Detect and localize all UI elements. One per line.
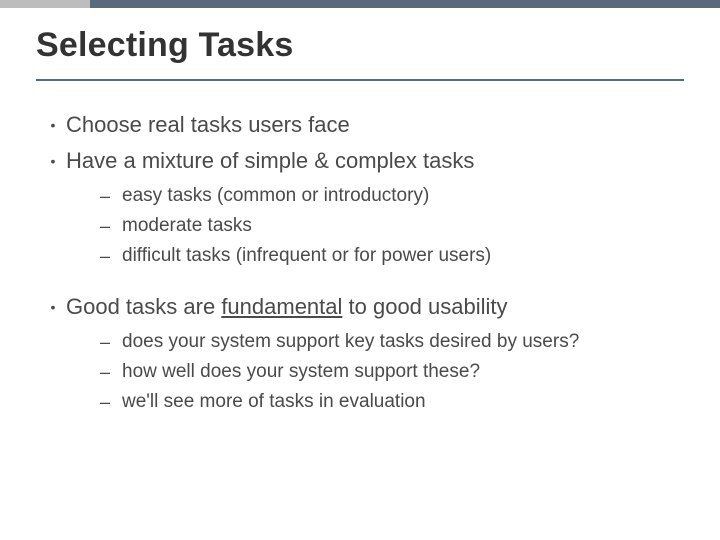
sub-list: – easy tasks (common or introductory) – … (100, 183, 680, 269)
slide: Selecting Tasks • Choose real tasks user… (0, 8, 720, 415)
dash-icon: – (100, 213, 122, 239)
sub-item: – does your system support key tasks des… (100, 329, 680, 355)
dash-icon: – (100, 359, 122, 385)
dash-icon: – (100, 389, 122, 415)
slide-content: • Choose real tasks users face • Have a … (36, 81, 684, 415)
bullet-item: • Choose real tasks users face (40, 111, 680, 139)
bullet-icon: • (40, 111, 66, 139)
bullet-item: • Have a mixture of simple & complex tas… (40, 147, 680, 175)
bullet-text-after: to good usability (342, 294, 507, 319)
sub-text: we'll see more of tasks in evaluation (122, 389, 426, 415)
bullet-text: Have a mixture of simple & complex tasks (66, 147, 474, 175)
bullet-text-underlined: fundamental (221, 294, 342, 319)
top-accent-bar (0, 0, 720, 8)
sub-list: – does your system support key tasks des… (100, 329, 680, 415)
bullet-text-before: Good tasks are (66, 294, 221, 319)
sub-item: – difficult tasks (infrequent or for pow… (100, 243, 680, 269)
bullet-item: • Good tasks are fundamental to good usa… (40, 293, 680, 321)
dash-icon: – (100, 243, 122, 269)
top-accent-blue (90, 0, 720, 8)
sub-text: moderate tasks (122, 213, 252, 239)
top-accent-grey (0, 0, 90, 8)
sub-item: – how well does your system support thes… (100, 359, 680, 385)
dash-icon: – (100, 183, 122, 209)
bullet-text: Choose real tasks users face (66, 111, 350, 139)
sub-item: – easy tasks (common or introductory) (100, 183, 680, 209)
bullet-icon: • (40, 293, 66, 321)
dash-icon: – (100, 329, 122, 355)
bullet-text: Good tasks are fundamental to good usabi… (66, 293, 508, 321)
slide-title: Selecting Tasks (36, 26, 684, 81)
sub-text: how well does your system support these? (122, 359, 480, 385)
bullet-icon: • (40, 147, 66, 175)
sub-item: – we'll see more of tasks in evaluation (100, 389, 680, 415)
sub-text: difficult tasks (infrequent or for power… (122, 243, 491, 269)
sub-item: – moderate tasks (100, 213, 680, 239)
sub-text: easy tasks (common or introductory) (122, 183, 429, 209)
sub-text: does your system support key tasks desir… (122, 329, 579, 355)
